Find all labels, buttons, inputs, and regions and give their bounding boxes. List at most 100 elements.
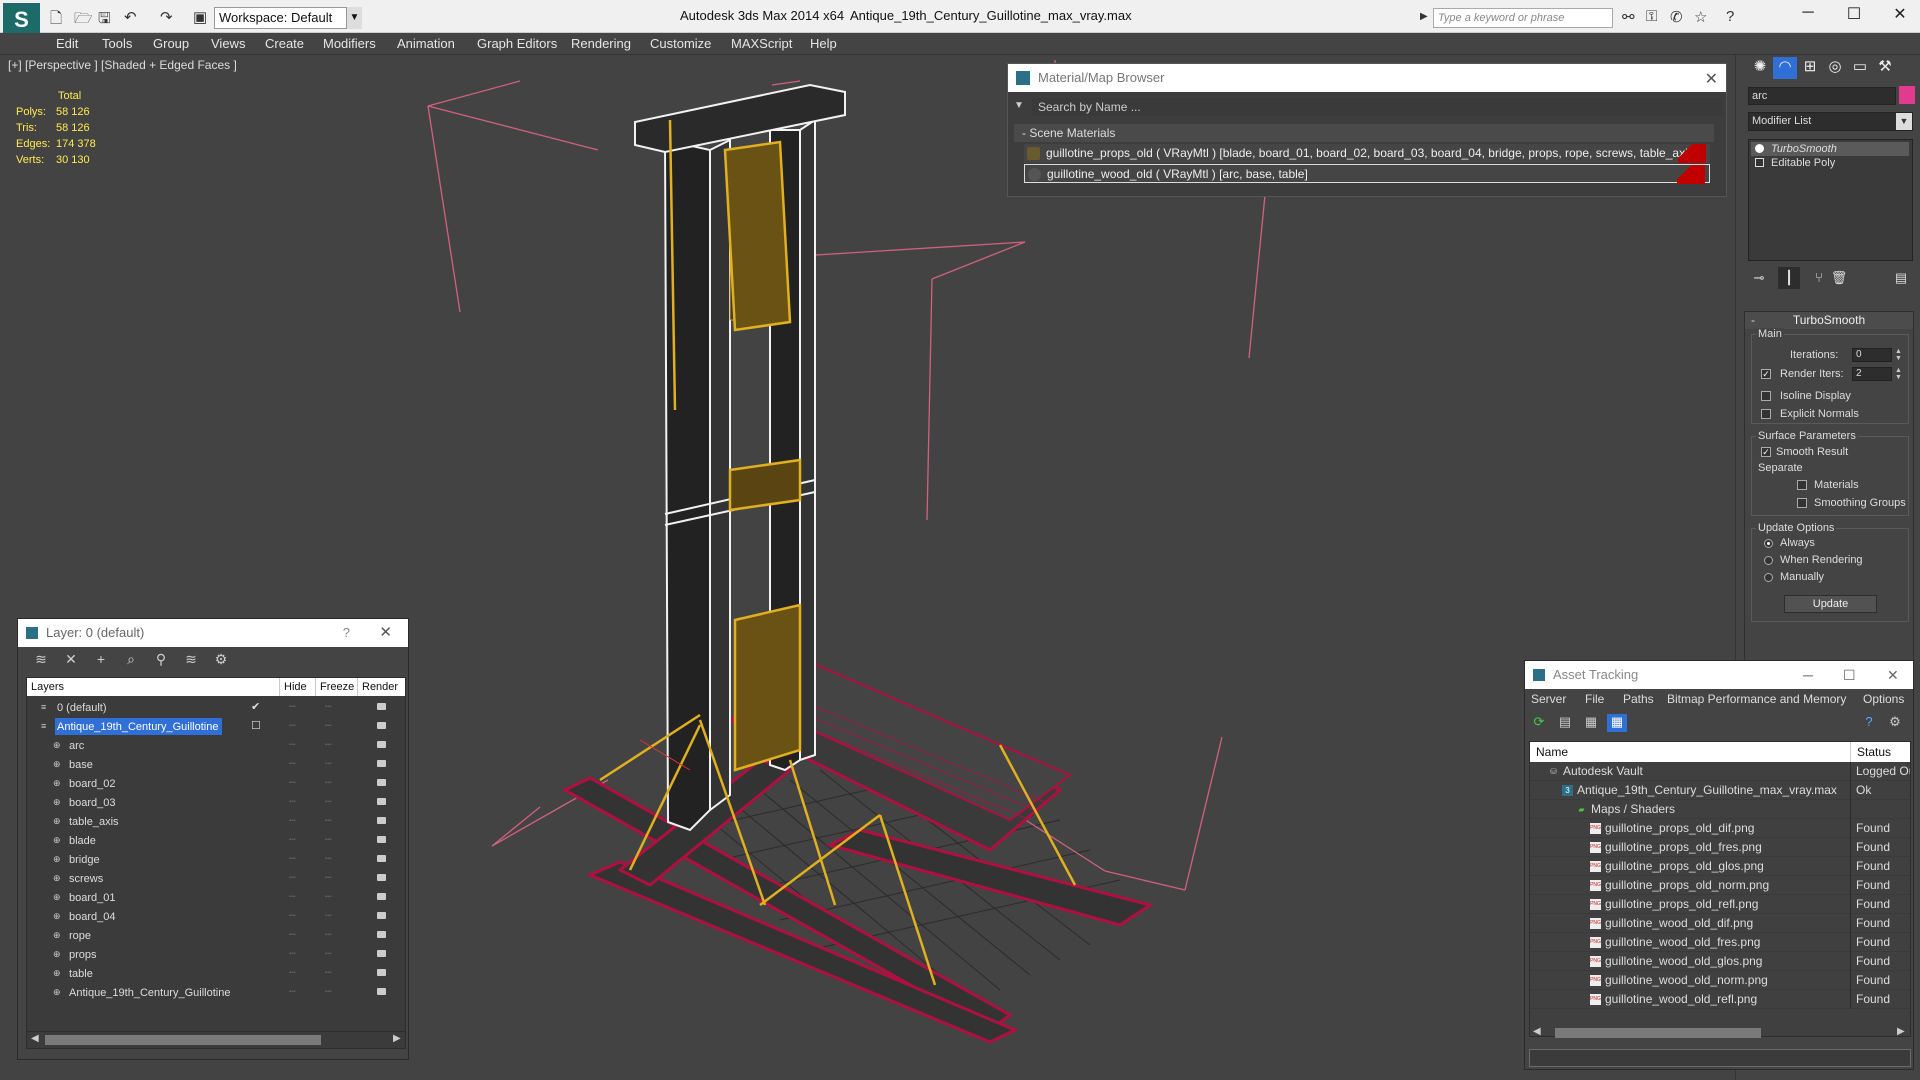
hide-toggle-icon[interactable]: ┄ [289,717,296,736]
refresh-icon[interactable]: ⟳ [1529,714,1549,732]
isoline-display-checkbox[interactable] [1761,391,1771,401]
project-folder-icon[interactable]: ▣ [193,8,207,26]
delete-layer-icon[interactable]: ✕ [60,651,82,669]
hide-toggle-icon[interactable]: ┄ [289,869,296,888]
chevron-down-icon[interactable]: ▼ [346,7,362,29]
communication-icon[interactable]: ✆ [1670,8,1683,26]
freeze-toggle-icon[interactable]: ┄ [325,812,332,831]
freeze-toggle-icon[interactable]: ┄ [325,736,332,755]
save-file-icon[interactable]: 🖫 [98,8,111,33]
asset-tracking-title[interactable]: Asset Tracking ─ ☐ ✕ [1525,661,1913,689]
freeze-toggle-icon[interactable]: ┄ [325,945,332,964]
freeze-toggle-icon[interactable]: ┄ [325,717,332,736]
scroll-right-icon[interactable]: ▶ [393,1033,401,1044]
menu-file[interactable]: File [1585,692,1604,706]
render-teapot-icon[interactable] [377,760,386,767]
layer-explorer-title[interactable]: Layer: 0 (default) ? ✕ [18,619,408,647]
help-icon[interactable]: ? [343,619,350,647]
hide-toggle-icon[interactable]: ┄ [289,850,296,869]
modify-tab-icon[interactable]: ◠ [1773,57,1797,79]
close-icon[interactable]: ✕ [1705,66,1718,94]
favorites-star-icon[interactable]: ☆ [1694,8,1707,26]
key-icon[interactable]: ⚿ [1646,8,1657,25]
hide-toggle-icon[interactable]: ┄ [289,755,296,774]
material-browser-title[interactable]: Material/Map Browser ✕ [1008,64,1726,92]
render-iters-checkbox[interactable]: ✓ [1761,369,1771,379]
layer-row[interactable]: ≡ 0 (default) ✔ ┄ ┄ [27,698,405,717]
layer-row[interactable]: ⊕ board_04 ┄ ┄ [27,907,405,926]
app-logo-icon[interactable]: S [3,3,40,37]
modifier-list-dropdown[interactable]: Modifier List ▼ [1748,112,1913,131]
select-objects-icon[interactable]: ⌕ [120,651,142,669]
maximize-icon[interactable]: ☐ [1834,4,1874,24]
menu-group[interactable]: Group [153,36,189,51]
render-teapot-icon[interactable] [377,931,386,938]
always-radio[interactable] [1764,539,1773,548]
column-name[interactable]: Name [1530,742,1850,762]
menu-tools[interactable]: Tools [102,36,132,51]
horizontal-scrollbar[interactable]: ◀ ▶ [1529,1025,1911,1041]
close-icon[interactable]: ✕ [1880,4,1920,24]
when-rendering-radio[interactable] [1764,556,1773,565]
asset-row[interactable]: PNG guillotine_props_old_glos.png Found [1530,857,1910,876]
stack-item-editable-poly[interactable]: Editable Poly [1751,156,1909,170]
list-view-icon[interactable]: ▤ [1555,714,1575,732]
motion-tab-icon[interactable]: ◎ [1823,57,1847,79]
menu-bitmap-performance[interactable]: Bitmap Performance and Memory [1667,692,1846,706]
freeze-toggle-icon[interactable]: ┄ [325,774,332,793]
menu-graph-editors[interactable]: Graph Editors [477,36,557,51]
scrollbar-thumb[interactable] [1555,1028,1761,1038]
asset-row[interactable]: PNG guillotine_wood_old_norm.png Found [1530,971,1910,990]
render-teapot-icon[interactable] [377,855,386,862]
freeze-toggle-icon[interactable]: ┄ [325,698,332,717]
workspace-dropdown[interactable]: Workspace: Default [214,7,362,29]
settings-icon[interactable]: ⚙ [1885,714,1905,732]
close-icon[interactable]: ✕ [379,619,392,647]
menu-customize[interactable]: Customize [650,36,711,51]
menu-help[interactable]: Help [810,36,837,51]
material-row[interactable]: guillotine_wood_old ( VRayMtl ) [arc, ba… [1024,164,1710,184]
binoculars-icon[interactable]: ⚯ [1622,8,1635,26]
smooth-result-checkbox[interactable]: ✓ [1761,447,1771,457]
iterations-spinner[interactable]: 0 [1852,348,1892,362]
hide-toggle-icon[interactable]: ┄ [289,736,296,755]
new-file-icon[interactable]: 🗋 [50,8,62,33]
hide-toggle-icon[interactable]: ┄ [289,793,296,812]
layer-row[interactable]: ⊕ arc ┄ ┄ [27,736,405,755]
details-view-icon[interactable]: ▦ [1581,714,1601,732]
render-teapot-icon[interactable] [377,893,386,900]
freeze-toggle-icon[interactable]: ┄ [325,755,332,774]
make-unique-icon[interactable]: ⑂ [1808,267,1830,289]
render-teapot-icon[interactable] [377,779,386,786]
remove-modifier-icon[interactable]: 🗑 [1828,267,1850,289]
layer-properties-icon[interactable]: ⚙ [210,651,232,669]
render-teapot-icon[interactable] [377,969,386,976]
hide-toggle-icon[interactable]: ┄ [289,812,296,831]
menu-modifiers[interactable]: Modifiers [323,36,376,51]
hierarchy-tab-icon[interactable]: ⊞ [1798,57,1822,79]
render-teapot-icon[interactable] [377,874,386,881]
render-teapot-icon[interactable] [377,703,386,710]
column-status[interactable]: Status [1850,742,1910,762]
menu-create[interactable]: Create [265,36,304,51]
layer-row[interactable]: ⊕ rope ┄ ┄ [27,926,405,945]
render-teapot-icon[interactable] [377,798,386,805]
scrollbar-thumb[interactable] [45,1035,321,1045]
chevron-down-icon[interactable]: ▼ [1896,113,1912,130]
stack-item-turbosmooth[interactable]: TurboSmooth [1751,142,1909,156]
render-teapot-icon[interactable] [377,741,386,748]
freeze-toggle-icon[interactable]: ┄ [325,850,332,869]
smoothing-groups-checkbox[interactable] [1797,498,1807,508]
menu-views[interactable]: Views [211,36,245,51]
hide-toggle-icon[interactable]: ┄ [289,907,296,926]
viewport-label[interactable]: [+] [Perspective ] [Shaded + Edged Faces… [8,58,237,72]
lightbulb-icon[interactable] [1755,144,1764,153]
render-teapot-icon[interactable] [377,836,386,843]
set-active-icon[interactable]: ☐ [251,717,261,736]
add-to-layer-icon[interactable]: + [90,651,112,669]
render-teapot-icon[interactable] [377,988,386,995]
asset-row[interactable]: PNG guillotine_props_old_norm.png Found [1530,876,1910,895]
layer-row[interactable]: ⊕ table ┄ ┄ [27,964,405,983]
configure-sets-icon[interactable]: ▤ [1890,267,1912,289]
freeze-toggle-icon[interactable]: ┄ [325,964,332,983]
